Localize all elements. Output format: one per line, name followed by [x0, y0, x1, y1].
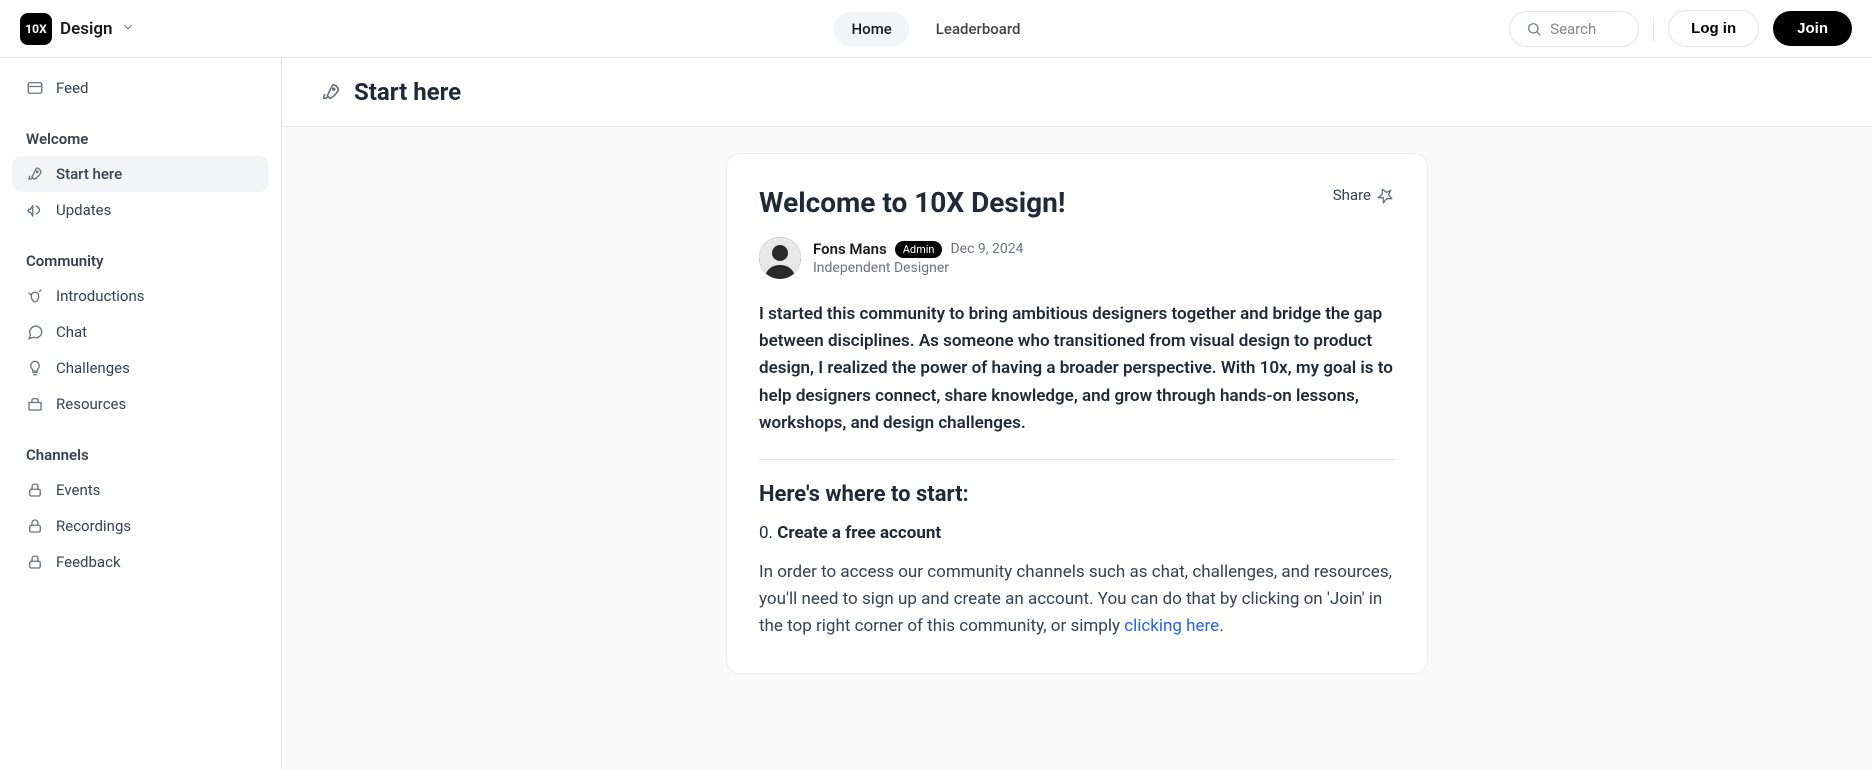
sidebar-item-resources[interactable]: Resources [12, 386, 269, 422]
brand-block[interactable]: 10X Design [20, 13, 135, 45]
sidebar-item-updates[interactable]: Updates [12, 192, 269, 228]
post-intro: I started this community to bring ambiti… [759, 301, 1395, 437]
join-button[interactable]: Join [1773, 11, 1852, 46]
step-number: 0. [759, 523, 773, 543]
post-paragraph: In order to access our community channel… [759, 559, 1395, 641]
sidebar-item-feed[interactable]: Feed [12, 70, 269, 106]
share-label: Share [1333, 186, 1371, 204]
header-right: Search Log in Join [1509, 10, 1852, 47]
para-text-end: . [1219, 616, 1223, 636]
sidebar: Feed Welcome Start here Updates Communit… [0, 58, 282, 770]
author-row: Fons Mans Admin Dec 9, 2024 Independent … [759, 237, 1395, 279]
author-subtitle: Independent Designer [813, 260, 1023, 276]
link-clicking-here[interactable]: clicking here [1124, 616, 1219, 636]
divider [1653, 17, 1654, 41]
sidebar-item-chat[interactable]: Chat [12, 314, 269, 350]
top-nav: Home Leaderboard [834, 12, 1039, 46]
sidebar-item-recordings[interactable]: Recordings [12, 508, 269, 544]
lightbulb-icon [26, 359, 44, 377]
sidebar-item-label: Challenges [56, 359, 130, 377]
lock-icon [26, 553, 44, 571]
sidebar-item-introductions[interactable]: Introductions [12, 278, 269, 314]
chat-icon [26, 323, 44, 341]
feed-icon [26, 79, 44, 97]
sidebar-item-label: Resources [56, 395, 126, 413]
top-header: 10X Design Home Leaderboard Search Log i… [0, 0, 1872, 58]
step-0: 0. Create a free account [759, 523, 1395, 543]
para-text: In order to access our community channel… [759, 562, 1392, 636]
sidebar-item-start-here[interactable]: Start here [12, 156, 269, 192]
brand-logo: 10X [20, 13, 52, 45]
nav-home[interactable]: Home [834, 12, 910, 46]
lock-icon [26, 517, 44, 535]
page-title: Start here [354, 78, 461, 106]
section-heading: Here's where to start: [759, 482, 1395, 507]
main-content: Start here Welcome to 10X Design! Share … [282, 58, 1872, 770]
rocket-icon [26, 165, 44, 183]
admin-badge: Admin [895, 241, 943, 258]
sidebar-item-label: Feedback [56, 553, 121, 571]
search-input[interactable]: Search [1509, 11, 1639, 47]
sidebar-item-label: Updates [56, 201, 111, 219]
post-title: Welcome to 10X Design! [759, 186, 1065, 219]
sidebar-item-label: Feed [56, 79, 89, 97]
step-title: Create a free account [777, 523, 941, 543]
chevron-down-icon[interactable] [121, 19, 135, 38]
package-icon [26, 395, 44, 413]
brand-name: Design [60, 19, 113, 39]
login-button[interactable]: Log in [1668, 10, 1759, 47]
rocket-icon [320, 81, 342, 103]
nav-leaderboard[interactable]: Leaderboard [918, 12, 1039, 46]
sidebar-item-challenges[interactable]: Challenges [12, 350, 269, 386]
section-community: Community [12, 252, 269, 278]
section-channels: Channels [12, 446, 269, 472]
sidebar-item-events[interactable]: Events [12, 472, 269, 508]
sidebar-item-label: Recordings [56, 517, 131, 535]
search-placeholder: Search [1550, 20, 1596, 38]
avatar[interactable] [759, 237, 801, 279]
post-date: Dec 9, 2024 [950, 241, 1023, 257]
author-name[interactable]: Fons Mans [813, 240, 887, 258]
sidebar-item-label: Start here [56, 165, 122, 183]
sidebar-item-label: Introductions [56, 287, 144, 305]
divider [759, 459, 1395, 460]
megaphone-icon [26, 201, 44, 219]
share-button[interactable]: Share [1333, 186, 1395, 204]
search-icon [1526, 21, 1542, 37]
pin-icon [1377, 186, 1395, 204]
sidebar-item-label: Events [56, 481, 100, 499]
page-header: Start here [282, 58, 1872, 127]
lock-icon [26, 481, 44, 499]
wave-icon [26, 287, 44, 305]
sidebar-item-feedback[interactable]: Feedback [12, 544, 269, 580]
post-card: Welcome to 10X Design! Share Fons Mans A… [726, 153, 1428, 674]
section-welcome: Welcome [12, 130, 269, 156]
sidebar-item-label: Chat [56, 323, 87, 341]
